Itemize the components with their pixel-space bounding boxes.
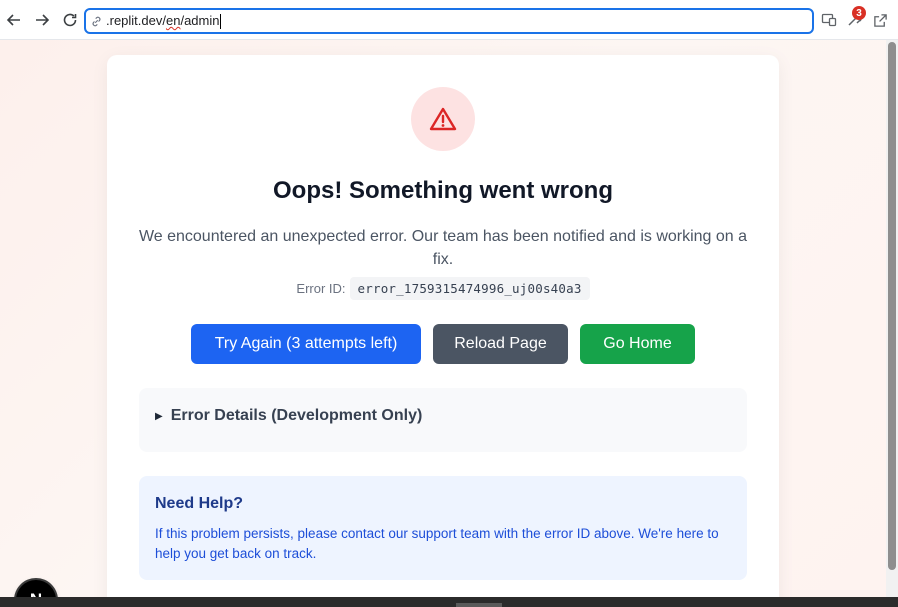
- error-details-label: Error Details (Development Only): [170, 407, 423, 424]
- page-viewport: Oops! Something went wrong We encountere…: [0, 40, 886, 597]
- forward-arrow-icon: [36, 14, 50, 26]
- browser-toolbar: .replit.dev/en/admin 3: [0, 0, 898, 40]
- url-prefix: .replit.dev/: [106, 12, 166, 28]
- taskbar-indicator: [456, 603, 502, 607]
- nextjs-devtools-button[interactable]: N: [16, 580, 56, 597]
- open-external-button[interactable]: [871, 11, 889, 29]
- error-card: Oops! Something went wrong We encountere…: [107, 55, 779, 597]
- reload-icon: [63, 13, 77, 27]
- alert-badge: [411, 87, 475, 151]
- taskbar-strip: [0, 597, 898, 607]
- link-icon: [92, 16, 101, 26]
- address-bar[interactable]: .replit.dev/en/admin: [84, 8, 814, 34]
- help-panel: Need Help? If this problem persists, ple…: [139, 476, 747, 580]
- error-id-row: Error ID: error_1759315474996_uj00s40a3: [107, 277, 779, 300]
- error-description: We encountered an unexpected error. Our …: [138, 228, 748, 268]
- error-details-panel: ▶ Error Details (Development Only): [139, 388, 747, 452]
- scrollbar-thumb[interactable]: [888, 42, 896, 570]
- extensions-badge: 3: [852, 6, 866, 20]
- forward-button[interactable]: [30, 8, 54, 32]
- text-caret: [220, 14, 222, 30]
- url-suffix: /admin: [180, 12, 220, 28]
- error-details-toggle[interactable]: ▶ Error Details (Development Only): [155, 407, 422, 425]
- url-text: .replit.dev/en/admin: [106, 12, 222, 30]
- reload-button[interactable]: [58, 8, 82, 32]
- help-title: Need Help?: [155, 495, 244, 512]
- alert-triangle-icon: [429, 107, 457, 131]
- page-title: Oops! Something went wrong: [273, 177, 613, 204]
- nextjs-logo-icon: N: [30, 590, 42, 597]
- disclosure-triangle-icon: ▶: [155, 410, 163, 422]
- error-id-value: error_1759315474996_uj00s40a3: [349, 277, 590, 300]
- back-arrow-icon: [6, 14, 20, 26]
- try-again-button[interactable]: Try Again (3 attempts left): [191, 324, 421, 364]
- reload-page-button[interactable]: Reload Page: [433, 324, 568, 364]
- cast-button[interactable]: [820, 11, 838, 29]
- error-id-label: Error ID:: [296, 281, 346, 296]
- open-external-icon: [873, 13, 887, 27]
- go-home-button[interactable]: Go Home: [580, 324, 695, 364]
- url-locale: en: [165, 12, 181, 28]
- cast-icon: [821, 13, 837, 27]
- help-text: If this problem persists, please contact…: [155, 526, 719, 561]
- back-button[interactable]: [2, 8, 26, 32]
